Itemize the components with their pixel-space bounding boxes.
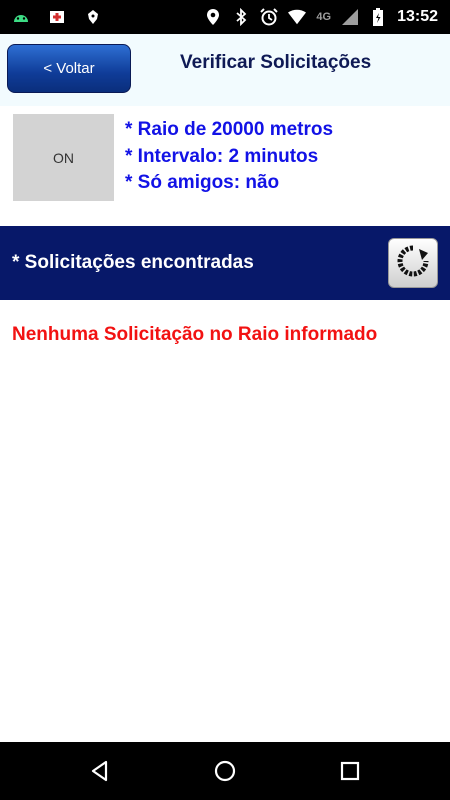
- location-icon: [204, 8, 222, 26]
- bluetooth-icon: [232, 8, 250, 26]
- clock-time: 13:52: [397, 8, 438, 25]
- results-title: * Solicitações encontradas: [12, 252, 254, 273]
- battery-icon: [369, 8, 387, 26]
- page-title: Verificar Solicitações: [180, 52, 372, 73]
- on-toggle-button[interactable]: ON: [13, 114, 114, 201]
- wifi-icon: [288, 8, 307, 26]
- status-bar: 4G 13:52: [0, 0, 450, 34]
- nav-home-icon[interactable]: [210, 756, 240, 786]
- friends-only-info: * Só amigos: não: [125, 172, 280, 193]
- interval-info: * Intervalo: 2 minutos: [125, 145, 319, 167]
- refresh-icon: [395, 243, 431, 284]
- app-screen: 4G 13:52 < Voltar Verificar Solicitações…: [0, 0, 450, 800]
- refresh-button[interactable]: [388, 238, 438, 288]
- nav-recents-icon[interactable]: [335, 756, 365, 786]
- app-header: < Voltar Verificar Solicitações: [0, 34, 450, 106]
- nav-back-icon[interactable]: [85, 756, 115, 786]
- debug-icon: [84, 8, 102, 26]
- android-icon: [12, 8, 30, 26]
- signal-icon: [341, 8, 359, 26]
- empty-results-message: Nenhuma Solicitação no Raio informado: [12, 324, 378, 345]
- alarm-icon: [260, 8, 279, 26]
- radius-info: * Raio de 20000 metros: [125, 119, 334, 140]
- network-type: 4G: [316, 11, 332, 23]
- navigation-bar: [0, 742, 450, 800]
- search-settings-info: * Raio de 20000 metros * Intervalo: 2 mi…: [125, 117, 333, 197]
- first-aid-icon: [48, 8, 66, 26]
- back-button[interactable]: < Voltar: [7, 44, 131, 93]
- results-header: * Solicitações encontradas: [0, 226, 450, 300]
